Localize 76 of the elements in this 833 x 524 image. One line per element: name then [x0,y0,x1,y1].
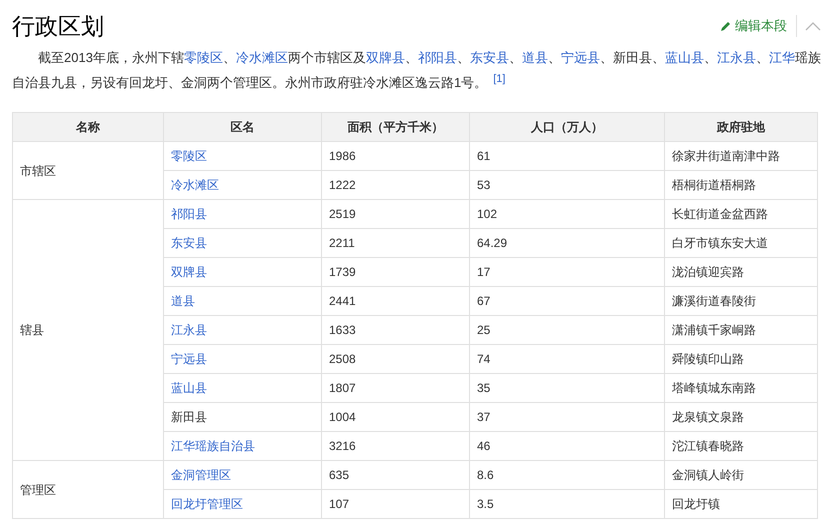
table-cell: 1739 [322,258,470,286]
table-cell: 辖县 [12,200,164,460]
table-cell: 8.6 [470,460,664,490]
table-cell: 2508 [322,344,470,374]
table-cell[interactable]: 祁阳县 [164,200,322,228]
text-link[interactable]: 江永县 [716,50,756,65]
table-cell: 61 [470,142,664,170]
table-cell: 新田县 [164,402,322,432]
intro-paragraph: 截至2013年底，永州下辖零陵区、冷水滩区两个市辖区及双牌县、祁阳县、东安县、道县、宁远县、新田县、蓝山县、江永县、江华瑶族自治县九县，另设有回龙圩、金洞两个管理区。永州市政府驻冷水滩区逸云路1号。 $^{[1]}$ [11,49,822,92]
table-cell: 长虹街道金盆西路 [664,200,818,228]
table-cell: 徐家井街道南津中路 [664,142,818,170]
table-cell[interactable]: 江永县 [164,316,322,344]
table-cell[interactable]: 回龙圩管理区 [164,490,322,518]
table-cell: 塔峰镇城东南路 [664,374,818,402]
section-heading: 行政区划 [12,14,104,38]
column-header: 人口（万人） [470,112,664,142]
text-link[interactable]: 东安县 [470,50,509,65]
table-cell: 2441 [322,286,470,316]
text-link[interactable]: 祁阳县 [418,50,457,65]
table-cell: 635 [322,460,470,490]
table-cell: 1807 [322,374,470,402]
text-link[interactable]: 冷水滩区 [236,50,288,65]
table-cell: 1004 [322,402,470,432]
table-cell: 35 [470,374,664,402]
table-cell: 管理区 [12,460,164,518]
table-cell[interactable]: 冷水滩区 [164,170,322,200]
table-cell: 潇浦镇千家峒路 [664,316,818,344]
table-cell: 舜陵镇印山路 [664,344,818,374]
table-cell: 3.5 [470,490,664,518]
text-link[interactable]: 双牌县 [366,50,405,65]
table-cell: 1633 [322,316,470,344]
table-cell: 53 [470,170,664,200]
text-link[interactable]: 道县 [522,50,548,65]
table-cell: 泷泊镇迎宾路 [664,258,818,286]
table-cell[interactable]: 蓝山县 [164,374,322,402]
table-cell[interactable]: 宁远县 [164,344,322,374]
table-cell: 102 [470,200,664,228]
column-header: 政府驻地 [664,112,818,142]
edit-section-link[interactable]: 编辑本段 [720,16,796,36]
table-cell[interactable]: 道县 [164,286,322,316]
table-cell: 金洞镇人岭街 [664,460,818,490]
text-link[interactable]: 宁远县 [560,50,600,65]
column-header: 面积（平方千米） [322,112,470,142]
table-cell: 3216 [322,432,470,460]
table-cell[interactable]: 双牌县 [164,258,322,286]
text-link[interactable]: 蓝山县 [664,50,704,65]
table-cell[interactable]: 零陵区 [164,142,322,170]
table-cell: 25 [470,316,664,344]
table-cell: 74 [470,344,664,374]
chevron-up-icon[interactable] [805,21,821,31]
table-cell[interactable]: 东安县 [164,228,322,258]
table-cell: 濂溪街道春陵街 [664,286,818,316]
column-header: 名称 [12,112,164,142]
table-cell: 白牙市镇东安大道 [664,228,818,258]
text-link[interactable]: 江华 [768,50,795,65]
table-cell: 17 [470,258,664,286]
table-cell: 1222 [322,170,470,200]
text-link[interactable]: 零陵区 [184,50,223,65]
table-cell: 市辖区 [12,142,164,200]
table-cell: 67 [470,286,664,316]
table-cell[interactable]: 江华瑶族自治县 [164,432,322,460]
table-cell: 回龙圩镇 [664,490,818,518]
table-cell: 107 [322,490,470,518]
footnote-link[interactable]: [1] [493,72,506,84]
table-cell: 1986 [322,142,470,170]
table-cell: 2519 [322,200,470,228]
table-cell: 2211 [322,228,470,258]
table-cell: 沱江镇春晓路 [664,432,818,460]
table-cell: 64.29 [470,228,664,258]
table-cell[interactable]: 金洞管理区 [164,460,322,490]
table-cell: 37 [470,402,664,432]
table-cell: 梧桐街道梧桐路 [664,170,818,200]
table-cell: 46 [470,432,664,460]
pencil-icon [720,20,732,32]
column-header: 区名 [164,112,322,142]
table-cell: 龙泉镇文泉路 [664,402,818,432]
